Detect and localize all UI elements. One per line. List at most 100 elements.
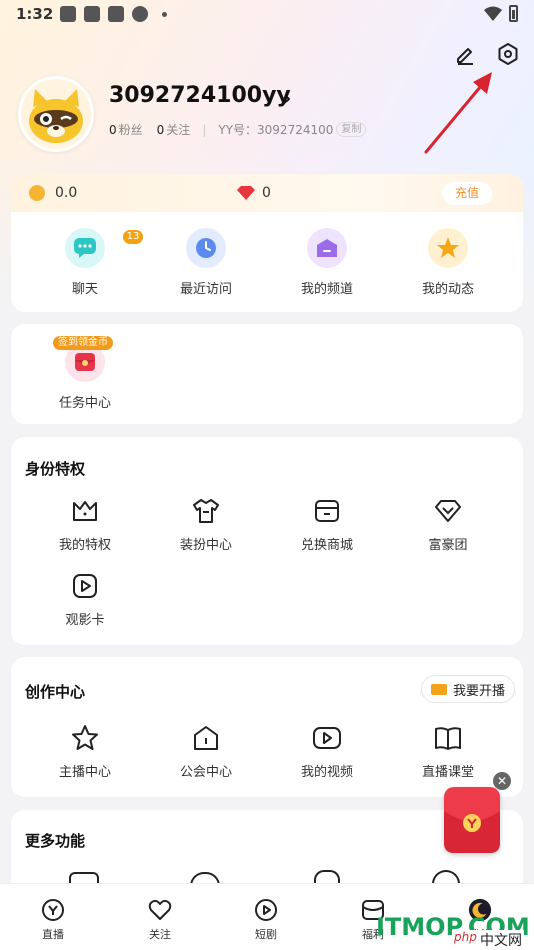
task-card: 任务中心 签到领金币 xyxy=(11,324,523,424)
task-center-label: 任务中心 xyxy=(58,396,111,411)
tab-follow[interactable]: 关注 xyxy=(120,898,200,942)
channel-icon xyxy=(307,228,347,268)
username[interactable]: 3092724100yy xyxy=(109,83,291,108)
section-title: 更多功能 xyxy=(25,832,86,850)
heart-tab-icon xyxy=(148,898,172,922)
diamond-balance[interactable]: 0 xyxy=(262,185,271,201)
raccoon-avatar-icon xyxy=(21,79,91,149)
pencil-icon xyxy=(457,48,473,65)
video-icon xyxy=(312,723,342,753)
guild-icon xyxy=(191,723,221,753)
creation-item-anchor[interactable]: 主播中心 xyxy=(25,723,145,780)
quick-action-recent[interactable]: 最近访问 xyxy=(146,228,266,297)
tab-label: 关注 xyxy=(149,928,171,941)
quick-action-label: 最近访问 xyxy=(179,282,232,297)
tab-label: 短剧 xyxy=(255,928,277,941)
watermark-php: php xyxy=(452,930,479,944)
divider: | xyxy=(202,122,207,137)
go-live-label: 我要开播 xyxy=(452,683,505,699)
notification-icon xyxy=(108,6,124,22)
book-icon xyxy=(433,723,463,753)
creation-item-videos[interactable]: 我的视频 xyxy=(267,723,387,780)
tab-live[interactable]: 直播 xyxy=(13,898,93,942)
creation-item-label: 主播中心 xyxy=(58,765,111,780)
diamond-icon xyxy=(433,496,463,526)
creation-item-label: 直播课堂 xyxy=(421,765,474,780)
settings-button[interactable] xyxy=(494,40,522,68)
notification-icon xyxy=(84,6,100,22)
identity-item-dressup[interactable]: 装扮中心 xyxy=(146,496,266,553)
section-title: 身份特权 xyxy=(25,460,86,478)
identity-item-label: 我的特权 xyxy=(58,538,111,553)
shop-icon xyxy=(312,496,342,526)
checkin-reward-tag: 签到领金币 xyxy=(53,336,113,350)
star-outline-icon xyxy=(70,723,100,753)
creation-card: 创作中心 我要开播 主播中心 公会中心 我的视频 直播课堂 xyxy=(11,657,523,797)
tab-short-drama[interactable]: 短剧 xyxy=(226,898,306,942)
status-time: 1:32 xyxy=(16,5,54,23)
chat-icon xyxy=(65,228,105,268)
identity-item-privilege[interactable]: 我的特权 xyxy=(25,496,145,553)
identity-item-label: 兑换商城 xyxy=(300,538,353,553)
play-tab-icon xyxy=(254,898,278,922)
identity-item-label: 富豪团 xyxy=(428,538,468,553)
gear-icon xyxy=(498,43,518,65)
yy-number: 3092724100 xyxy=(257,122,334,137)
section-title: 创作中心 xyxy=(25,683,86,701)
creation-item-label: 公会中心 xyxy=(179,765,232,780)
identity-item-shop[interactable]: 兑换商城 xyxy=(267,496,387,553)
star-icon xyxy=(428,228,468,268)
crown-icon xyxy=(70,496,100,526)
unread-badge: 13 xyxy=(123,230,143,244)
wifi-icon xyxy=(484,6,502,21)
quick-action-chat[interactable]: 13 聊天 xyxy=(25,228,145,297)
follow-label[interactable]: 关注 xyxy=(166,121,190,138)
go-live-button[interactable]: 我要开播 xyxy=(421,675,515,703)
identity-item-label: 观影卡 xyxy=(65,613,105,628)
coin-icon xyxy=(29,185,45,201)
yy-label: YY号： xyxy=(218,123,258,137)
creation-item-guild[interactable]: 公会中心 xyxy=(146,723,266,780)
aperture-icon xyxy=(132,6,148,22)
fans-label[interactable]: 粉丝 xyxy=(119,121,143,138)
close-icon[interactable]: ✕ xyxy=(493,772,511,790)
status-bar: 1:32 xyxy=(0,0,534,28)
quick-action-label: 聊天 xyxy=(71,282,98,297)
clock-icon xyxy=(186,228,226,268)
task-center-item[interactable]: 任务中心 xyxy=(25,342,145,411)
identity-card: 身份特权 我的特权 装扮中心 兑换商城 富豪团 观影卡 xyxy=(11,437,523,645)
movie-card-icon xyxy=(70,571,100,601)
red-envelope-icon xyxy=(444,811,500,853)
identity-item-movie-card[interactable]: 观影卡 xyxy=(25,571,145,628)
notification-icon xyxy=(60,6,76,22)
quick-actions: 13 聊天 最近访问 我的频道 我的动态 xyxy=(11,228,523,298)
quick-action-channel[interactable]: 我的频道 xyxy=(267,228,387,297)
edit-button[interactable] xyxy=(451,40,479,68)
profile-stats: 0 粉丝 0 关注 | YY号： 3092724100 复制 xyxy=(109,121,367,138)
wallet-bar: 0.0 0 充值 xyxy=(11,174,523,212)
more-notifications-icon xyxy=(162,12,167,17)
camera-icon xyxy=(430,683,447,695)
avatar[interactable] xyxy=(18,76,94,152)
quick-action-label: 我的频道 xyxy=(300,282,353,297)
chevron-right-icon[interactable]: › xyxy=(283,86,291,110)
quick-action-moments[interactable]: 我的动态 xyxy=(388,228,508,297)
recharge-button[interactable]: 充值 xyxy=(442,182,492,205)
battery-icon xyxy=(509,5,518,22)
copy-button[interactable]: 复制 xyxy=(336,122,367,137)
tab-label: 直播 xyxy=(42,928,64,941)
follow-count: 0 xyxy=(156,122,165,137)
floating-red-envelope[interactable] xyxy=(444,787,500,853)
shirt-icon xyxy=(191,496,221,526)
creation-item-label: 我的视频 xyxy=(300,765,353,780)
coin-balance[interactable]: 0.0 xyxy=(55,185,77,201)
annotation-arrow xyxy=(424,72,492,154)
live-tab-icon xyxy=(41,898,65,922)
quick-action-label: 我的动态 xyxy=(421,282,474,297)
identity-item-wealth[interactable]: 富豪团 xyxy=(388,496,508,553)
creation-item-classroom[interactable]: 直播课堂 xyxy=(388,723,508,780)
fans-count: 0 xyxy=(109,122,117,137)
watermark-sub: 中文网 xyxy=(478,930,524,950)
wallet-card: 0.0 0 充值 13 聊天 最近访问 我的频道 我的动态 xyxy=(11,174,523,312)
diamond-icon xyxy=(237,186,255,200)
